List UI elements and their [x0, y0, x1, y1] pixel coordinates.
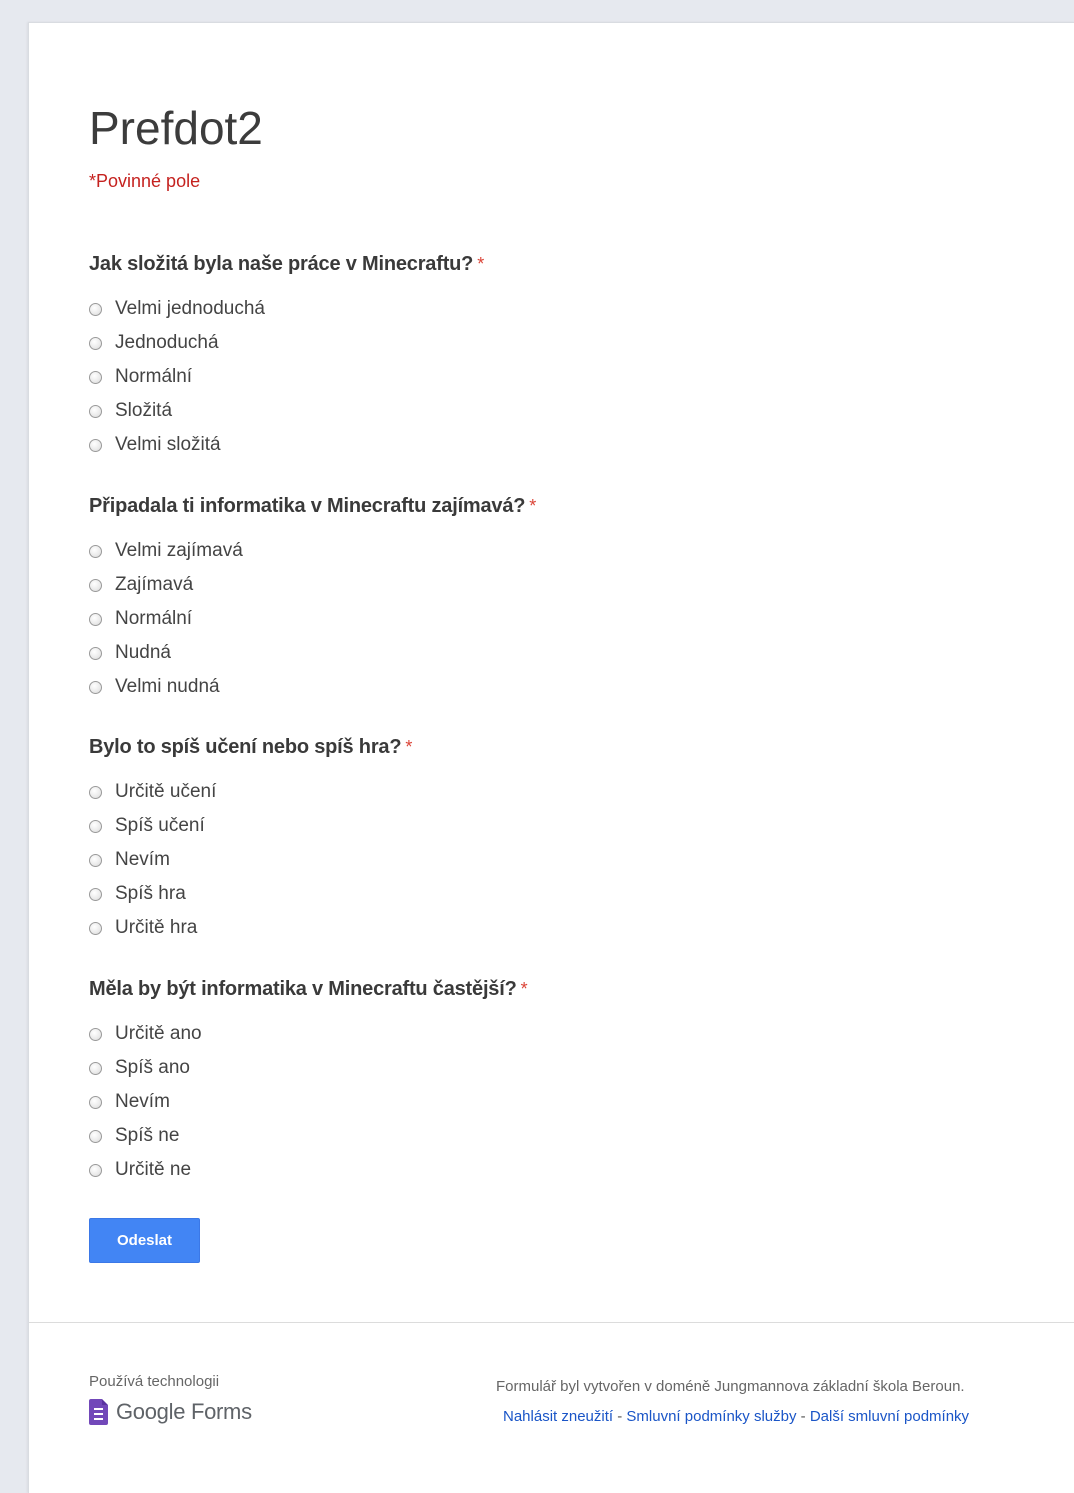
- question-2: Připadala ti informatika v Minecraftu za…: [89, 492, 536, 704]
- radio-option-label: Jednoduchá: [115, 332, 219, 353]
- radio-option[interactable]: Určitě ano: [89, 1017, 527, 1051]
- radio-option[interactable]: Určitě učení: [89, 775, 412, 809]
- radio-button-icon[interactable]: [89, 578, 102, 592]
- radio-button-icon[interactable]: [89, 438, 102, 452]
- option-list: Určitě ano Spíš ano Nevím Spíš ne Určitě ne: [89, 1017, 527, 1187]
- google-forms-logo[interactable]: Google Forms: [89, 1399, 252, 1425]
- radio-option-label: Velmi složitá: [115, 434, 221, 455]
- radio-option[interactable]: Velmi jednoduchá: [89, 292, 484, 326]
- radio-button-icon[interactable]: [89, 646, 102, 660]
- link-separator: -: [613, 1408, 627, 1425]
- powered-by-label: Používá technologii: [89, 1373, 220, 1390]
- radio-option[interactable]: Normální: [89, 360, 484, 394]
- radio-option-label: Nevím: [115, 849, 170, 870]
- question-title: Měla by být informatika v Minecraftu čas…: [89, 975, 528, 1003]
- link-separator: -: [796, 1408, 810, 1425]
- radio-option-label: Zajímavá: [115, 574, 194, 595]
- required-asterisk: *: [477, 254, 484, 274]
- radio-option-label: Určitě ne: [115, 1159, 192, 1180]
- radio-option[interactable]: Složitá: [89, 394, 484, 428]
- form-created-note: Formulář byl vytvořen v doméně Jungmanno…: [496, 1378, 965, 1395]
- radio-option[interactable]: Nevím: [89, 843, 412, 877]
- radio-option-label: Velmi zajímavá: [115, 540, 243, 561]
- option-list: Velmi zajímavá Zajímavá Normální Nudná Velmi…: [89, 534, 536, 704]
- radio-option-label: Spíš hra: [115, 883, 186, 904]
- radio-button-icon[interactable]: [89, 680, 102, 694]
- radio-option[interactable]: Velmi zajímavá: [89, 534, 536, 568]
- radio-button-icon[interactable]: [89, 1163, 102, 1177]
- radio-option-label: Spíš ano: [115, 1057, 190, 1078]
- radio-button-icon[interactable]: [89, 853, 102, 867]
- required-field-note: *Povinné pole: [89, 171, 201, 191]
- radio-button-icon[interactable]: [89, 887, 102, 901]
- option-list: Určitě učení Spíš učení Nevím Spíš hra Určit…: [89, 775, 412, 945]
- question-title-text: Jak složitá byla naše práce v Minecraftu…: [89, 253, 474, 275]
- radio-button-icon[interactable]: [89, 819, 102, 833]
- radio-option-label: Nevím: [115, 1091, 170, 1112]
- radio-button-icon[interactable]: [89, 404, 102, 418]
- radio-button-icon[interactable]: [89, 336, 102, 350]
- radio-option-label: Spíš učení: [115, 815, 205, 836]
- radio-button-icon[interactable]: [89, 1061, 102, 1075]
- required-asterisk: *: [520, 979, 528, 999]
- question-title: Bylo to spíš učení nebo spíš hra? *: [89, 733, 412, 761]
- google-forms-icon: [89, 1399, 108, 1425]
- radio-option-label: Nudná: [115, 642, 171, 663]
- question-4: Měla by být informatika v Minecraftu čas…: [89, 975, 528, 1187]
- required-asterisk: *: [529, 496, 537, 516]
- radio-option[interactable]: Nudná: [89, 636, 536, 670]
- radio-option[interactable]: Normální: [89, 602, 536, 636]
- radio-option[interactable]: Spíš učení: [89, 809, 412, 843]
- radio-option[interactable]: Velmi složitá: [89, 428, 484, 462]
- radio-option-label: Normální: [115, 608, 193, 629]
- radio-button-icon[interactable]: [89, 544, 102, 558]
- question-3: Bylo to spíš učení nebo spíš hra? * Určitě…: [89, 733, 412, 945]
- radio-option-label: Velmi jednoduchá: [115, 298, 265, 319]
- radio-option-label: Určitě učení: [115, 781, 217, 802]
- question-title-text: Měla by být informatika v Minecraftu čas…: [89, 978, 517, 1000]
- radio-option[interactable]: Velmi nudná: [89, 670, 536, 704]
- radio-option[interactable]: Jednoduchá: [89, 326, 484, 360]
- radio-option-label: Velmi nudná: [115, 676, 220, 697]
- radio-button-icon[interactable]: [89, 1027, 102, 1041]
- required-asterisk: *: [405, 737, 413, 757]
- radio-button-icon[interactable]: [89, 612, 102, 626]
- question-title: Jak složitá byla naše práce v Minecraftu…: [89, 250, 484, 278]
- report-abuse-link[interactable]: Nahlásit zneužití: [503, 1408, 613, 1425]
- radio-option-label: Složitá: [115, 400, 173, 421]
- radio-option-label: Určitě ano: [115, 1023, 202, 1044]
- radio-option-label: Určitě hra: [115, 917, 198, 938]
- radio-button-icon[interactable]: [89, 1129, 102, 1143]
- radio-option-label: Spíš ne: [115, 1125, 180, 1146]
- option-list: Velmi jednoduchá Jednoduchá Normální Složit…: [89, 292, 484, 462]
- radio-option[interactable]: Nevím: [89, 1085, 527, 1119]
- radio-button-icon[interactable]: [89, 370, 102, 384]
- footer-divider: [29, 1322, 1074, 1323]
- question-title: Připadala ti informatika v Minecraftu za…: [89, 492, 536, 520]
- radio-option[interactable]: Určitě hra: [89, 911, 412, 945]
- radio-button-icon[interactable]: [89, 921, 102, 935]
- radio-option[interactable]: Určitě ne: [89, 1153, 527, 1187]
- submit-button[interactable]: Odeslat: [89, 1218, 200, 1263]
- additional-terms-link[interactable]: Další smluvní podmínky: [810, 1408, 969, 1425]
- terms-of-service-link[interactable]: Smluvní podmínky služby: [626, 1408, 796, 1425]
- radio-option[interactable]: Spíš ne: [89, 1119, 527, 1153]
- radio-option[interactable]: Spíš ano: [89, 1051, 527, 1085]
- footer-links: Nahlásit zneužití - Smluvní podmínky slu…: [503, 1408, 969, 1425]
- form-title: Prefdot2: [89, 102, 263, 154]
- google-forms-logo-text: Google Forms: [116, 1399, 252, 1424]
- radio-option[interactable]: Zajímavá: [89, 568, 536, 602]
- radio-button-icon[interactable]: [89, 785, 102, 799]
- form-card: Prefdot2 *Povinné pole Jak složitá byla …: [28, 22, 1074, 1493]
- radio-button-icon[interactable]: [89, 302, 102, 316]
- radio-button-icon[interactable]: [89, 1095, 102, 1109]
- radio-option[interactable]: Spíš hra: [89, 877, 412, 911]
- question-1: Jak složitá byla naše práce v Minecraftu…: [89, 250, 484, 462]
- question-title-text: Připadala ti informatika v Minecraftu za…: [89, 495, 526, 517]
- question-title-text: Bylo to spíš učení nebo spíš hra?: [89, 736, 402, 758]
- radio-option-label: Normální: [115, 366, 193, 387]
